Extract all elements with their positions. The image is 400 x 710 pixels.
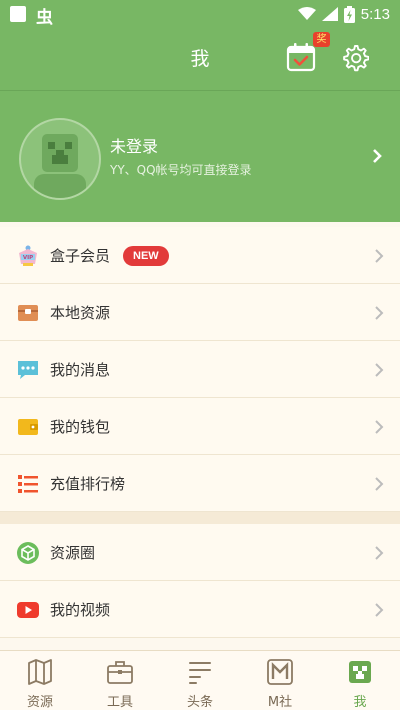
tab-headlines[interactable]: 头条 bbox=[160, 651, 240, 710]
chevron-right-icon bbox=[375, 546, 384, 560]
calendar-checkin-icon[interactable] bbox=[286, 42, 316, 72]
gear-icon[interactable] bbox=[341, 44, 369, 72]
chest-icon bbox=[18, 305, 38, 321]
notification-square-icon bbox=[10, 6, 26, 22]
tab-label: 我 bbox=[353, 695, 367, 710]
bug-notification-icon: 虫 bbox=[36, 8, 53, 28]
signal-icon bbox=[321, 7, 338, 21]
menu-group-primary: VIP 盒子会员 NEW 本地资源 我的消息 我的钱包 充值排行榜 bbox=[0, 227, 400, 512]
creeper-icon bbox=[349, 661, 371, 683]
chevron-right-icon bbox=[373, 149, 382, 163]
menu-item-vip[interactable]: VIP 盒子会员 NEW bbox=[0, 227, 400, 284]
menu-group-secondary: 资源圈 我的视频 bbox=[0, 524, 400, 638]
battery-icon bbox=[343, 5, 355, 23]
menu-item-my-videos[interactable]: 我的视频 bbox=[0, 581, 400, 638]
menu-label: 本地资源 bbox=[50, 304, 111, 322]
menu-item-messages[interactable]: 我的消息 bbox=[0, 341, 400, 398]
menu-item-local-resources[interactable]: 本地资源 bbox=[0, 284, 400, 341]
profile-card[interactable]: 未登录 YY、QQ帐号均可直接登录 bbox=[0, 90, 400, 222]
map-icon bbox=[28, 659, 52, 685]
tab-label: 头条 bbox=[186, 695, 213, 710]
creeper-avatar-icon bbox=[34, 134, 86, 198]
tab-m-community[interactable]: M社 bbox=[240, 651, 320, 710]
cube-icon bbox=[17, 542, 39, 564]
menu-label: 资源圈 bbox=[50, 544, 96, 562]
tab-tools[interactable]: 工具 bbox=[80, 651, 160, 710]
chevron-right-icon bbox=[375, 363, 384, 377]
new-badge: NEW bbox=[123, 246, 169, 266]
menu-item-wallet[interactable]: 我的钱包 bbox=[0, 398, 400, 455]
menu-label: 盒子会员 bbox=[50, 247, 111, 265]
tab-label: M社 bbox=[267, 695, 293, 710]
login-hint: YY、QQ帐号均可直接登录 bbox=[110, 163, 252, 177]
menu-item-resource-circle[interactable]: 资源圈 bbox=[0, 524, 400, 581]
bottom-tab-bar: 资源 工具 头条 M社 我 bbox=[0, 650, 400, 710]
chevron-right-icon bbox=[375, 306, 384, 320]
chevron-right-icon bbox=[375, 477, 384, 491]
tab-me[interactable]: 我 bbox=[320, 651, 400, 710]
news-icon bbox=[189, 662, 211, 684]
chevron-right-icon bbox=[375, 249, 384, 263]
vip-icon: VIP bbox=[19, 245, 37, 266]
tab-resources[interactable]: 资源 bbox=[0, 651, 80, 710]
tab-label: 资源 bbox=[26, 695, 53, 710]
clock-time: 5:13 bbox=[360, 5, 390, 23]
reward-badge: 奖 bbox=[313, 32, 330, 47]
avatar[interactable] bbox=[19, 118, 101, 200]
m-community-icon bbox=[267, 659, 293, 685]
status-bar: 虫 5:13 bbox=[0, 0, 400, 28]
menu-label: 充值排行榜 bbox=[50, 475, 126, 493]
login-status: 未登录 bbox=[110, 137, 159, 156]
menu-label: 我的钱包 bbox=[50, 418, 111, 436]
ranking-icon bbox=[18, 475, 38, 493]
message-icon bbox=[18, 361, 38, 379]
svg-text:VIP: VIP bbox=[23, 255, 33, 261]
menu-item-recharge-ranking[interactable]: 充值排行榜 bbox=[0, 455, 400, 512]
section-divider bbox=[0, 512, 400, 524]
app-header: 我 奖 bbox=[0, 28, 400, 90]
chevron-right-icon bbox=[375, 420, 384, 434]
chevron-right-icon bbox=[375, 603, 384, 617]
wallet-icon bbox=[18, 419, 38, 435]
video-icon bbox=[17, 602, 39, 618]
menu-label: 我的消息 bbox=[50, 361, 111, 379]
menu-label: 我的视频 bbox=[50, 601, 111, 619]
wifi-icon bbox=[297, 7, 316, 20]
tab-label: 工具 bbox=[106, 695, 133, 710]
toolbox-icon bbox=[107, 661, 133, 684]
page-title: 我 bbox=[190, 48, 210, 70]
